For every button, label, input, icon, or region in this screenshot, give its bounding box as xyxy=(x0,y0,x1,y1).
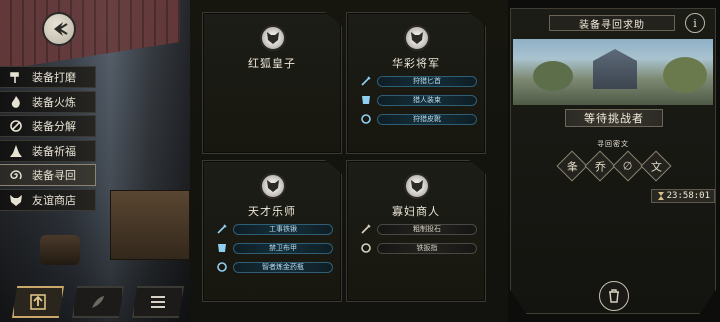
roof-decoration xyxy=(0,0,180,70)
menu-item-friend-shop[interactable]: 友谊商店 xyxy=(0,188,96,211)
tab-feather[interactable] xyxy=(72,286,124,318)
tree-decoration xyxy=(663,57,707,93)
menu-item-label: 装备分解 xyxy=(32,120,76,134)
fox-icon xyxy=(8,192,24,208)
countdown-timer: 23:58:01 xyxy=(651,189,715,203)
main-panel: 红狐皇子 华彩将军 狩猎匕首 猎人装束 狩猎皮靴 天才乐师 工事铁锹 禁卫布甲 … xyxy=(190,0,508,322)
cat-icon xyxy=(267,180,279,192)
bottom-tabs xyxy=(12,286,184,318)
widow-icon xyxy=(411,180,423,192)
disassemble-icon xyxy=(8,118,24,134)
character-card[interactable]: 红狐皇子 xyxy=(202,12,342,154)
rune-slot[interactable]: 乔 xyxy=(584,150,616,182)
item-label: 铁扳指 xyxy=(377,242,477,254)
rune-glyph: ∅ xyxy=(623,159,633,173)
equipment-item[interactable]: 智者炼金药瓶 xyxy=(215,260,333,274)
rune-slot[interactable]: 夆 xyxy=(556,150,588,182)
item-label: 猎人装束 xyxy=(377,94,477,106)
tab-list[interactable] xyxy=(132,286,184,318)
item-label: 粗制投石 xyxy=(377,223,477,235)
tab-upload[interactable] xyxy=(12,286,64,318)
trash-icon xyxy=(609,289,619,303)
character-card[interactable]: 天才乐师 工事铁锹 禁卫布甲 智者炼金药瓶 xyxy=(202,160,342,302)
portrait-avatar xyxy=(260,173,286,199)
fox-icon xyxy=(267,32,279,44)
side-menu: 装备打磨 装备火炼 装备分解 装备祈福 装备寻回 友谊商店 xyxy=(0,66,96,214)
cipher-runes: 夆 乔 ∅ 文 xyxy=(556,150,672,182)
equipment-item[interactable]: 粗制投石 xyxy=(359,222,477,236)
armor-icon xyxy=(215,241,229,255)
cipher-label: 寻回密文 xyxy=(597,140,629,148)
character-name: 寡妇商人 xyxy=(392,205,440,218)
list-icon xyxy=(151,296,165,308)
tree-decoration xyxy=(533,61,573,91)
menu-item-label: 装备祈福 xyxy=(32,144,76,158)
spiral-icon xyxy=(8,167,24,183)
hammer-icon xyxy=(8,69,24,85)
dagger-icon xyxy=(359,74,373,88)
character-card[interactable]: 寡妇商人 粗制投石 铁扳指 xyxy=(346,160,486,302)
rune-glyph: 夆 xyxy=(566,160,578,173)
back-button[interactable] xyxy=(42,12,76,46)
item-label: 智者炼金药瓶 xyxy=(233,261,333,273)
rune-slot[interactable]: ∅ xyxy=(612,150,644,182)
equipment-item[interactable]: 禁卫布甲 xyxy=(215,241,333,255)
scene-preview-image xyxy=(513,39,713,105)
menu-item-polish[interactable]: 装备打磨 xyxy=(0,66,96,88)
menu-item-label: 装备打磨 xyxy=(32,71,76,84)
back-arrow-icon xyxy=(54,22,68,36)
delete-button[interactable] xyxy=(599,281,629,311)
ring-icon xyxy=(359,112,373,126)
house-decoration xyxy=(593,49,637,89)
item-label: 狩猎皮靴 xyxy=(377,113,477,125)
menu-item-label: 装备火炼 xyxy=(32,95,76,109)
dagger-icon xyxy=(215,222,229,236)
character-name: 红狐皇子 xyxy=(248,57,296,70)
character-name: 天才乐师 xyxy=(248,205,296,218)
equipment-item[interactable]: 铁扳指 xyxy=(359,241,477,255)
flame-icon xyxy=(8,94,24,110)
timer-text: 23:58:01 xyxy=(666,191,710,201)
upload-icon xyxy=(30,294,46,310)
equipment-item[interactable]: 狩猎皮靴 xyxy=(359,112,477,126)
armor-icon xyxy=(359,93,373,107)
item-label: 狩猎匕首 xyxy=(377,75,477,87)
portrait-avatar xyxy=(404,173,430,199)
menu-item-fire[interactable]: 装备火炼 xyxy=(0,90,96,113)
feather-icon xyxy=(92,296,104,308)
status-plate: 等待挑战者 xyxy=(565,109,663,127)
character-card[interactable]: 华彩将军 狩猎匕首 猎人装束 狩猎皮靴 xyxy=(346,12,486,154)
retrieve-request-panel: 装备寻回求助 i 等待挑战者 寻回密文 夆 乔 ∅ 文 23:58:01 xyxy=(510,8,716,314)
rune-glyph: 乔 xyxy=(594,160,606,173)
menu-item-label: 友谊商店 xyxy=(32,193,76,207)
portrait-avatar xyxy=(404,25,430,51)
equipment-item[interactable]: 猎人装束 xyxy=(359,93,477,107)
character-name: 华彩将军 xyxy=(392,57,440,70)
barrel-decoration xyxy=(40,235,80,265)
menu-item-label: 装备寻回 xyxy=(32,169,76,183)
rune-slot[interactable]: 文 xyxy=(640,150,672,182)
ring-icon xyxy=(359,241,373,255)
wolf-icon xyxy=(411,32,423,44)
dagger-icon xyxy=(359,222,373,236)
crates-decoration xyxy=(110,190,190,260)
equipment-item[interactable]: 狩猎匕首 xyxy=(359,74,477,88)
portrait-avatar xyxy=(260,25,286,51)
info-button[interactable]: i xyxy=(685,13,705,33)
menu-item-pray[interactable]: 装备祈福 xyxy=(0,139,96,162)
pray-icon xyxy=(8,143,24,159)
menu-item-retrieve[interactable]: 装备寻回 xyxy=(0,164,96,187)
rune-glyph: 文 xyxy=(650,160,662,173)
hourglass-icon xyxy=(658,192,664,200)
panel-title: 装备寻回求助 xyxy=(549,15,675,31)
ring-icon xyxy=(215,260,229,274)
item-label: 禁卫布甲 xyxy=(233,242,333,254)
equipment-item[interactable]: 工事铁锹 xyxy=(215,222,333,236)
menu-item-disassemble[interactable]: 装备分解 xyxy=(0,115,96,138)
item-label: 工事铁锹 xyxy=(233,223,333,235)
